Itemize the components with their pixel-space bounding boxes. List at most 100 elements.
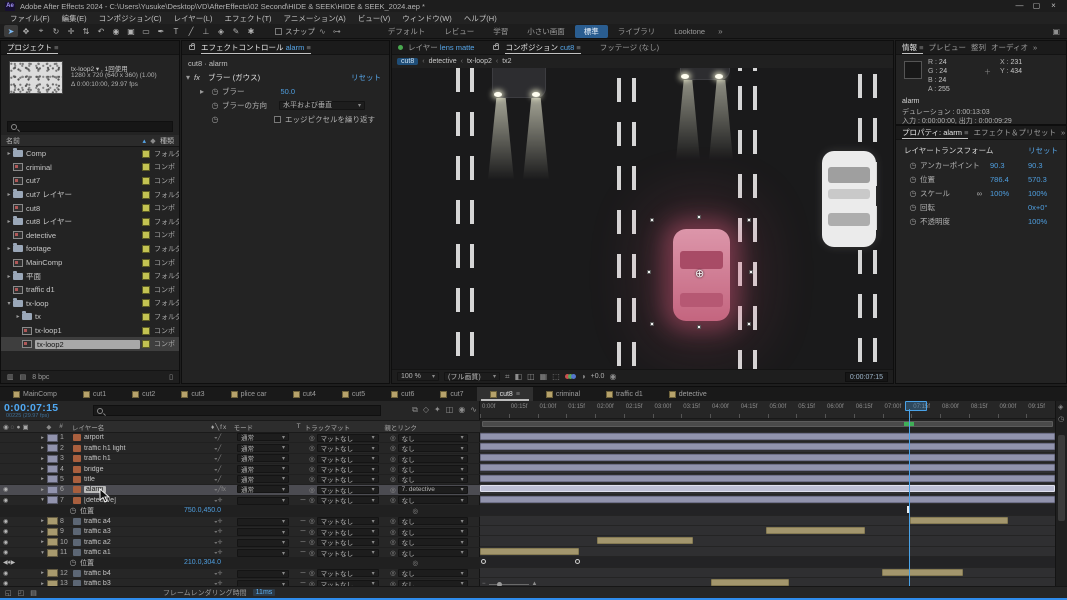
pan-behind-tool-icon[interactable]: ▣ [124, 25, 138, 37]
layer-av-switches[interactable]: ◉ [0, 486, 38, 493]
mode-select[interactable]: ▾ [237, 570, 289, 578]
panel-lock-icon[interactable] [493, 45, 499, 50]
layer-track-row[interactable] [480, 453, 1055, 463]
trackmatte-cell[interactable]: ◎マットなし▾ [309, 538, 390, 546]
panel-menu-icon[interactable]: ≡ [964, 128, 968, 137]
trackmatte-toggle[interactable]: ─ [297, 549, 309, 556]
layer-av-switches[interactable]: ◉ [0, 549, 38, 556]
layer-av-switches[interactable]: ◉ [0, 518, 38, 525]
parent-select[interactable]: なし▾ [398, 496, 468, 504]
parent-select[interactable]: なし▾ [398, 434, 468, 442]
quality-select[interactable]: (フル画質)▾ [444, 372, 500, 381]
parent-select[interactable]: なし▾ [398, 475, 468, 483]
twirl-icon[interactable]: ▸ [38, 570, 47, 576]
trackmatte-toggle[interactable]: ─ [297, 528, 309, 535]
twirl-icon[interactable]: ▸ [14, 313, 22, 320]
project-search-input[interactable] [7, 121, 173, 132]
tab-effects-presets[interactable]: エフェクト＆プリセット [973, 127, 1056, 138]
panel-overflow-icon[interactable]: » [1061, 128, 1065, 137]
mode-cell[interactable]: ▾ [237, 496, 297, 505]
project-item[interactable]: tx-loop2コンポ [1, 337, 179, 351]
trackmatte-toggle[interactable]: ─ [297, 539, 309, 546]
twirl-icon[interactable]: ▸ [38, 435, 47, 441]
menu-item[interactable]: ビュー(V) [352, 13, 397, 24]
property-track-row[interactable] [480, 557, 1055, 567]
pickwhip-icon[interactable]: ◎ [390, 549, 396, 557]
shy-icon[interactable]: ✦ [434, 405, 441, 415]
twirl-icon[interactable]: ▸ [5, 245, 13, 252]
layer-row[interactable]: ◉▾7[detective]◒✛▾─◎マットなし▾◎なし▾ [0, 496, 480, 506]
layer-row[interactable]: ▸1airport◒╱通常▾◎マットなし▾◎なし▾ [0, 433, 480, 443]
layer-name-cell[interactable]: traffic h1 light [73, 445, 214, 452]
project-item[interactable]: cut8コンポ [1, 201, 179, 215]
layer-name-cell[interactable]: traffic a1 [73, 549, 214, 556]
new-folder-icon[interactable]: ▤ [20, 373, 27, 381]
layer-name-cell[interactable]: traffic a4 [73, 518, 214, 525]
workspace-active[interactable]: 標準 [575, 25, 608, 38]
layer-track-row[interactable] [480, 526, 1055, 536]
trackmatte-select[interactable]: マットなし▾ [317, 465, 379, 473]
camera-tool-icon[interactable]: ◉ [109, 25, 123, 37]
twirl-icon[interactable]: ▸ [5, 273, 13, 280]
twirl-icon[interactable]: ▸ [5, 191, 13, 198]
layer-track-row[interactable] [480, 474, 1055, 484]
trackmatte-select[interactable]: マットなし▾ [317, 569, 379, 577]
trackmatte-select[interactable]: マットなし▾ [317, 517, 379, 525]
parent-cell[interactable]: ◎なし▾ [390, 538, 480, 546]
mask-visibility-icon[interactable]: ◧ [515, 372, 523, 381]
project-item[interactable]: ▸footageフォルダ [1, 242, 179, 256]
twirl-icon[interactable]: ▸ [38, 445, 47, 451]
breadcrumb-item[interactable]: tx2 [502, 58, 511, 65]
snap-checkbox[interactable] [275, 28, 282, 35]
pickwhip-icon[interactable]: ◎ [390, 444, 396, 452]
tab-layer-viewer[interactable]: レイヤー lens matte [408, 42, 474, 53]
trackmatte-toggle[interactable]: ─ [297, 518, 309, 525]
project-item[interactable]: criminalコンポ [1, 161, 179, 175]
trackmatte-select[interactable]: マットなし▾ [317, 486, 379, 494]
motion-blur-icon[interactable]: ◉ [458, 405, 465, 415]
layer-switches[interactable]: ◒╱ [214, 455, 237, 462]
layer-track-row[interactable] [480, 547, 1055, 557]
twirl-icon[interactable]: ▸ [38, 487, 47, 493]
trackmatte-cell[interactable]: ◎マットなし▾ [309, 465, 390, 473]
layer-track-row[interactable] [480, 495, 1055, 505]
vertical-scrollbar[interactable] [1058, 435, 1065, 521]
layer-color-chip[interactable] [47, 465, 58, 473]
layer-switches[interactable]: ◒✛ [214, 539, 237, 546]
stopwatch-icon[interactable]: ◷ [66, 558, 80, 567]
property-row[interactable]: ◷位置750.0,450.0◎ [0, 506, 480, 516]
label-color-chip[interactable] [142, 150, 150, 158]
clone-stamp-tool-icon[interactable]: ⊥ [199, 25, 213, 37]
layer-av-switches[interactable]: ◉ [0, 539, 38, 546]
parent-cell[interactable]: ◎7. detective▾ [390, 486, 480, 494]
menu-item[interactable]: ファイル(F) [4, 13, 56, 24]
panel-overflow-icon[interactable]: » [1033, 43, 1037, 52]
close-button[interactable]: × [1045, 0, 1062, 12]
tab-panel[interactable]: オーディオ [991, 42, 1028, 53]
snap-toggle[interactable]: スナップ [275, 26, 315, 37]
twirl-icon[interactable]: ▸ [38, 529, 47, 535]
graph-editor-icon[interactable]: ∿ [470, 405, 477, 415]
toggle-modes-icon[interactable]: ◰ [18, 589, 25, 597]
mode-select[interactable]: ▾ [237, 539, 289, 547]
mode-cell[interactable]: ▾ [237, 517, 297, 526]
dolly-tool-icon[interactable]: ⇅ [79, 25, 93, 37]
frame-blend-icon[interactable]: ◫ [446, 405, 454, 415]
type-tool-icon[interactable]: T [169, 25, 183, 37]
parent-cell[interactable]: ◎なし▾ [390, 517, 480, 525]
pickwhip-icon[interactable]: ◎ [412, 559, 418, 567]
stopwatch-icon[interactable]: ◷ [208, 101, 222, 110]
stopwatch-icon[interactable]: ◷ [906, 203, 920, 212]
region-of-interest-icon[interactable]: ◫ [527, 372, 535, 381]
selection-handle[interactable] [647, 270, 651, 274]
zoom-select[interactable]: 100 %▾ [397, 372, 439, 381]
stopwatch-icon[interactable]: ◷ [906, 217, 920, 226]
pickwhip-icon[interactable]: ◎ [309, 549, 315, 557]
trackmatte-cell[interactable]: ◎マットなし▾ [309, 517, 390, 525]
property-row[interactable]: ◀♦▶◷位置210.0,304.0◎ [0, 558, 480, 568]
trash-icon[interactable]: ▯ [169, 373, 173, 381]
parent-cell[interactable]: ◎なし▾ [390, 549, 480, 557]
trackmatte-select[interactable]: マットなし▾ [317, 549, 379, 557]
layer-name-cell[interactable]: title [73, 476, 214, 483]
trackmatte-select[interactable]: マットなし▾ [317, 496, 379, 504]
